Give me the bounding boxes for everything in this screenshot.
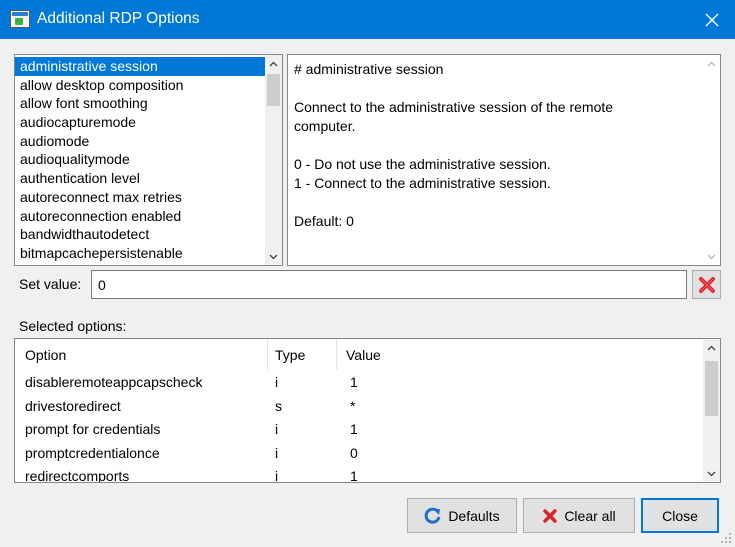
scroll-up-arrow[interactable] [265,55,282,72]
column-divider[interactable] [267,339,268,370]
refresh-icon [424,507,441,524]
selected-options-label: Selected options: [19,318,127,334]
defaults-label: Defaults [448,507,500,524]
option-cell: promptcredentialonce [25,444,160,461]
description-line: # administrative session [294,61,444,77]
table-row[interactable]: drivestoredirect s * [15,395,702,419]
option-cell: redirectcomports [25,468,130,483]
option-cell: disableremoteappcapscheck [25,374,203,390]
description-text: # administrative session Connect to the a… [294,60,698,231]
resize-grip-icon[interactable] [720,532,732,544]
scrollbar-thumb[interactable] [705,361,718,416]
list-item[interactable]: administrative session [15,57,265,76]
description-line [294,193,698,212]
list-item[interactable]: audiomode [15,132,265,151]
list-item[interactable]: bitmapcachepersistenable [15,244,265,263]
description-scrollbar[interactable] [703,55,720,265]
option-cell: prompt for credentials [25,421,161,437]
red-x-icon [698,276,715,293]
table-scrollbar[interactable] [703,339,720,482]
type-cell: i [275,444,279,461]
set-value-input[interactable] [91,270,687,299]
table-row[interactable]: promptcredentialonce i 0 [15,442,702,466]
list-item[interactable]: bandwidthautodetect [15,225,265,244]
window-title: Additional RDP Options [37,10,200,27]
close-button[interactable]: Close [641,498,719,533]
options-listbox[interactable]: administrative session allow desktop comp… [14,54,283,266]
scrollbar-thumb[interactable] [267,74,280,106]
option-description: # administrative session Connect to the a… [287,54,721,266]
close-label: Close [662,507,698,524]
set-value-label: Set value: [19,276,82,292]
list-item[interactable]: autoreconnect max retries [15,188,265,207]
list-item[interactable]: authentication level [15,169,265,188]
description-line: computer. [294,118,356,134]
scroll-up-arrow[interactable] [703,339,720,356]
clear-value-button[interactable] [692,270,721,299]
list-item[interactable]: audiocapturemode [15,113,265,132]
description-line: 1 - Connect to the administrative sessio… [294,175,551,191]
type-cell: i [275,468,279,483]
defaults-button[interactable]: Defaults [407,498,517,533]
type-cell: s [275,397,282,414]
rdp-app-icon [10,10,30,28]
red-x-icon [543,508,558,523]
clear-all-button[interactable]: Clear all [523,498,635,533]
table-row[interactable]: prompt for credentials i 1 [15,418,702,442]
list-item[interactable]: autoreconnection enabled [15,207,265,226]
value-cell: 1 [350,468,358,483]
table-row[interactable]: disableremoteappcapscheck i 1 [15,371,702,395]
description-line [294,79,698,98]
scroll-down-arrow[interactable] [265,248,282,265]
column-header-type[interactable]: Type [275,347,305,363]
type-cell: i [275,374,279,390]
value-cell: 0 [350,444,358,461]
description-line: Connect to the administrative session of… [294,99,614,115]
column-divider[interactable] [336,339,337,370]
window-close-button[interactable] [689,0,735,39]
list-item[interactable]: allow font smoothing [15,94,265,113]
table-header: Option Type Value [15,339,702,370]
description-line: Default: 0 [294,213,354,229]
title-bar: Additional RDP Options [0,0,735,39]
scroll-down-arrow[interactable] [703,465,720,482]
table-row[interactable]: redirectcomports i 1 [15,465,702,483]
description-line [294,136,698,155]
type-cell: i [275,421,279,437]
scroll-down-arrow[interactable] [703,248,720,265]
close-icon [705,13,719,26]
description-line: 0 - Do not use the administrative sessio… [294,156,551,172]
value-cell: 1 [350,421,358,437]
column-header-value[interactable]: Value [346,347,381,363]
scroll-up-arrow[interactable] [703,55,720,72]
list-item[interactable]: audioqualitymode [15,150,265,169]
option-cell: drivestoredirect [25,397,121,414]
selected-options-table[interactable]: Option Type Value disableremoteappcapsch… [14,338,721,483]
list-item[interactable]: allow desktop composition [15,76,265,95]
options-scrollbar[interactable] [265,55,282,265]
column-header-option[interactable]: Option [25,347,66,363]
value-cell: 1 [350,374,358,390]
value-cell: * [350,397,356,414]
clear-all-label: Clear all [564,507,616,524]
